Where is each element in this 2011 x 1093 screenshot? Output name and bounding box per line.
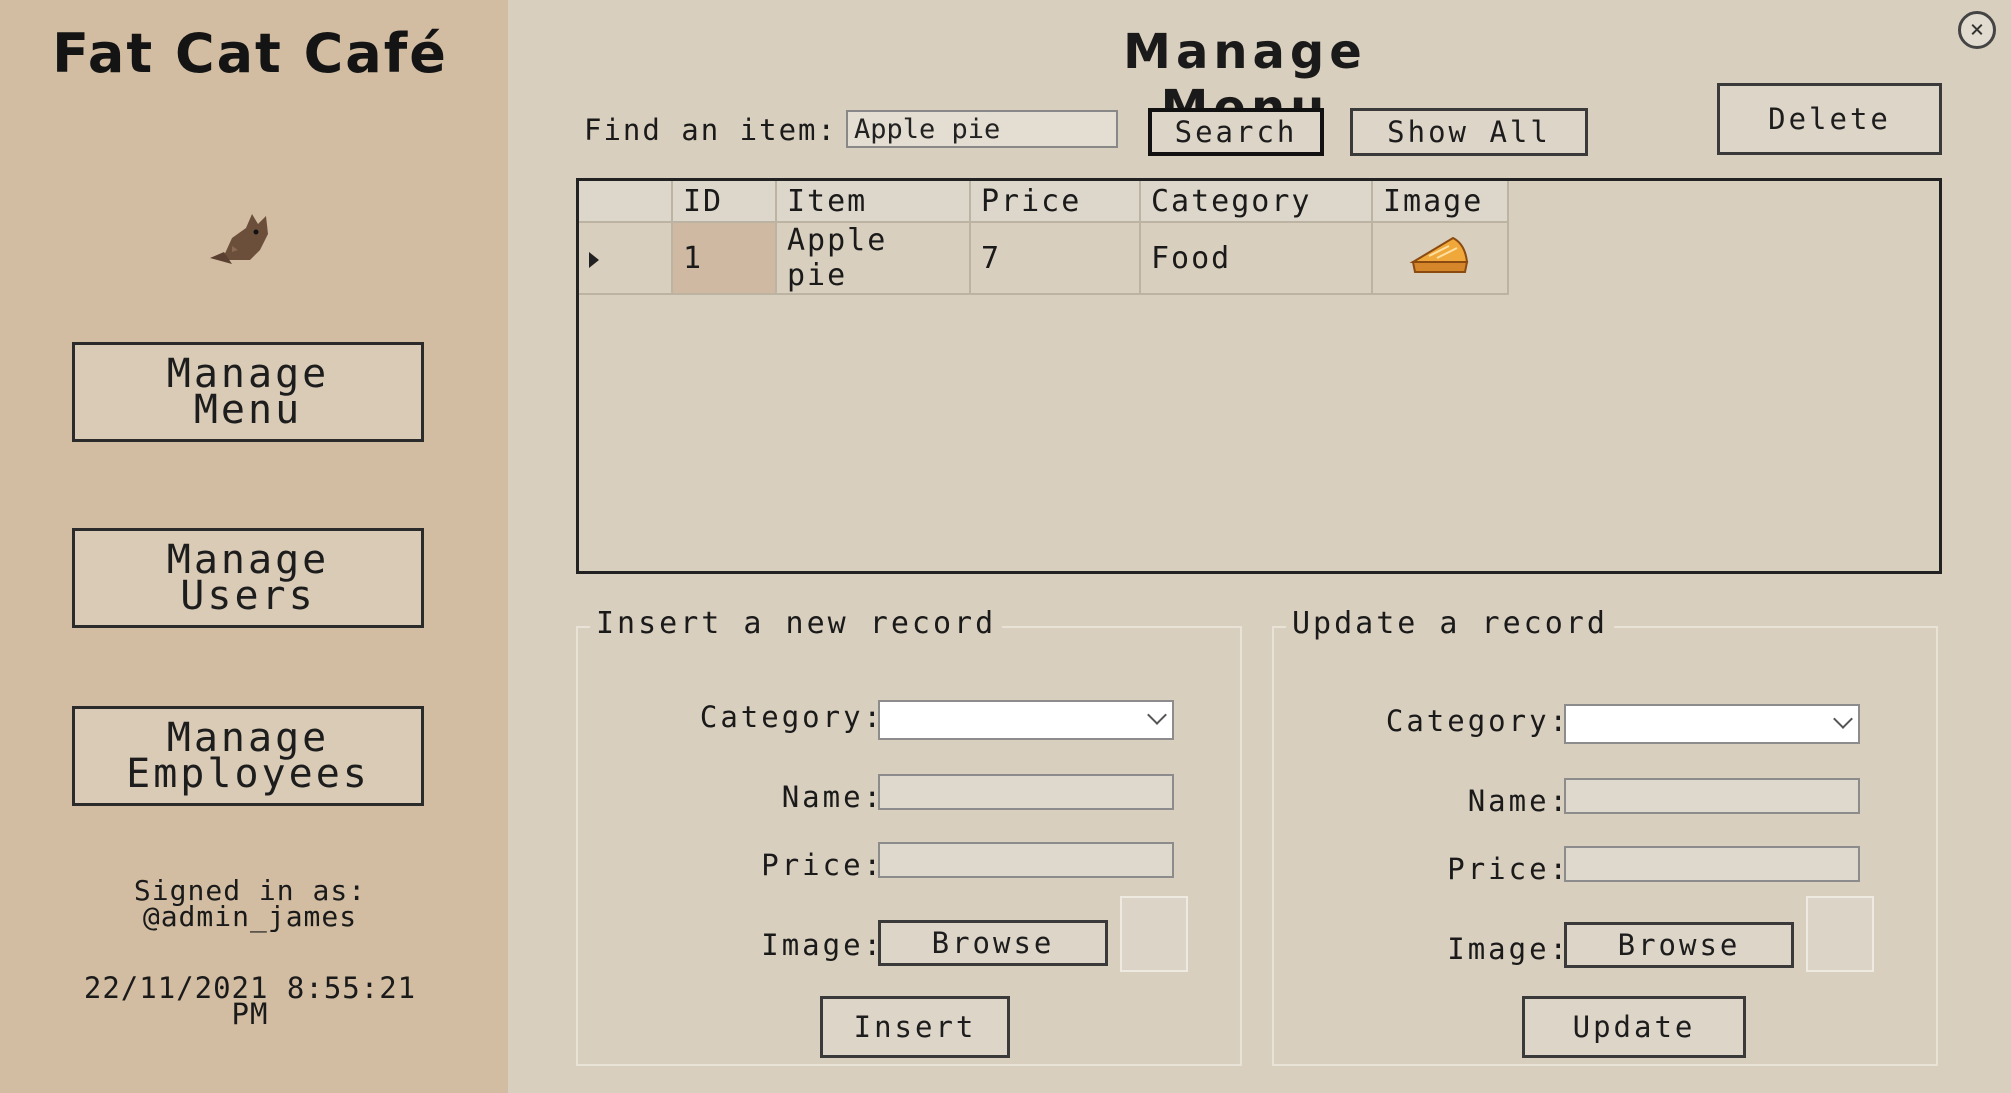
col-header-category[interactable]: Category [1140,181,1373,223]
manage-menu-button[interactable]: Manage Menu [72,342,424,442]
cell-category[interactable]: Food [1140,222,1373,295]
row-selector[interactable] [579,222,673,295]
cell-image[interactable] [1372,222,1509,295]
update-group: Update a record Category: Name: Price: I… [1272,606,1938,1066]
insert-price-label: Price: [761,848,884,882]
insert-group: Insert a new record Category: Name: Pric… [576,606,1242,1066]
row-arrow-icon [589,251,599,268]
cell-item[interactable]: Apple pie [776,222,971,295]
insert-name-label: Name: [781,780,884,814]
delete-button[interactable]: Delete [1717,83,1942,155]
search-input[interactable] [846,110,1118,148]
insert-name-field[interactable] [878,774,1174,810]
cell-price[interactable]: 7 [970,222,1141,295]
insert-image-preview [1120,896,1188,972]
update-name-label: Name: [1467,784,1570,818]
manage-employees-button[interactable]: Manage Employees [72,706,424,806]
update-group-title: Update a record [1286,606,1614,641]
signed-in-text: Signed in as: @admin_james [133,874,367,933]
update-price-label: Price: [1447,852,1570,886]
insert-button[interactable]: Insert [820,996,1010,1058]
col-header-id[interactable]: ID [672,181,777,223]
chevron-down-icon [1833,709,1853,729]
col-header-price[interactable]: Price [970,181,1141,223]
chevron-down-icon [1147,705,1167,725]
show-all-button[interactable]: Show All [1350,108,1588,156]
update-name-field[interactable] [1564,778,1860,814]
table-row[interactable]: 1 Apple pie 7 Food [579,222,1509,295]
app-title: Fat Cat Café [52,22,448,85]
update-image-preview [1806,896,1874,972]
menu-table: ID Item Price Category Image 1 Apple pie… [579,181,1509,295]
update-button[interactable]: Update [1522,996,1746,1058]
sidebar: Fat Cat Café Manage Menu Manage Users Ma… [0,0,508,1093]
insert-group-title: Insert a new record [590,606,1003,641]
close-icon[interactable]: × [1958,11,1996,49]
update-category-label: Category: [1385,704,1570,738]
col-header-selector [579,181,673,223]
search-button[interactable]: Search [1148,108,1324,156]
menu-grid[interactable]: ID Item Price Category Image 1 Apple pie… [576,178,1942,574]
cell-id[interactable]: 1 [672,222,777,295]
table-header-row: ID Item Price Category Image [579,181,1509,223]
update-image-label: Image: [1447,932,1570,966]
insert-price-field[interactable] [878,842,1174,878]
update-category-select[interactable] [1564,704,1860,744]
insert-browse-button[interactable]: Browse [878,920,1108,966]
col-header-image[interactable]: Image [1372,181,1509,223]
update-browse-button[interactable]: Browse [1564,922,1794,968]
insert-category-label: Category: [699,700,884,734]
update-price-field[interactable] [1564,846,1860,882]
cat-icon [210,214,268,264]
manage-users-button[interactable]: Manage Users [72,528,424,628]
insert-category-select[interactable] [878,700,1174,740]
insert-image-label: Image: [761,928,884,962]
pie-slice-icon [1409,236,1469,273]
datetime-text: 22/11/2021 8:55:21 PM [83,971,417,1031]
find-label: Find an item: [584,113,837,147]
col-header-item[interactable]: Item [776,181,971,223]
